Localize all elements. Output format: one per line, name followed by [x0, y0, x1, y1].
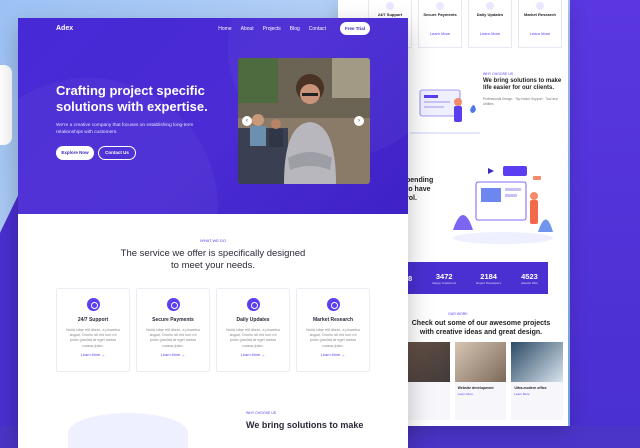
stat-number: 8 — [408, 273, 413, 283]
services-title: The service we offer is specifically des… — [120, 248, 306, 271]
learn-more-link[interactable]: Learn More → — [137, 353, 209, 357]
service-card-updates[interactable]: Daily Updates Nulla vitae elit libero, a… — [216, 288, 290, 372]
section-title: We bring solutions to make life easier f… — [483, 78, 562, 91]
learn-more-link[interactable]: Learn More — [458, 392, 504, 396]
main-nav: Home About Projects Blog Contact — [218, 26, 326, 32]
card-description: Nulla vitae elit libero, a pharetra augu… — [306, 328, 360, 348]
stat-label: Happy Customers — [432, 280, 457, 285]
card-description: Nulla vitae elit libero, a pharetra augu… — [226, 328, 280, 348]
learn-more-link[interactable]: Learn More — [469, 31, 511, 36]
nav-about[interactable]: About — [241, 26, 254, 32]
stat-number: 4523 — [521, 271, 538, 281]
learn-more-link[interactable]: Learn More → — [57, 353, 129, 357]
project-card[interactable]: Ultra-modern office Learn More — [511, 342, 564, 420]
explore-now-button[interactable]: Explore Now — [56, 146, 94, 160]
hero-section: Adex Home About Projects Blog Contact Fr… — [18, 18, 408, 214]
learn-more-link[interactable]: Learn More — [519, 31, 561, 36]
hero-photo — [238, 58, 370, 184]
nav-blog[interactable]: Blog — [290, 26, 300, 32]
learn-more-link[interactable]: Learn More — [514, 392, 560, 396]
learn-more-link[interactable]: Learn More → — [217, 353, 289, 357]
hero-subtitle: We're a creative company that focuses on… — [56, 123, 194, 135]
project-title: Website development — [457, 386, 494, 390]
card-title: Daily Updates — [236, 317, 270, 323]
section-kicker: WHY CHOOSE US — [483, 72, 514, 76]
stat-item: 4523 Awards Won — [521, 272, 538, 285]
bottom-kicker: WHY CHOOSE US — [246, 411, 277, 415]
bottom-partial-title: We bring solutions to make — [246, 420, 364, 430]
front-page-mockup: Adex Home About Projects Blog Contact Fr… — [18, 18, 408, 448]
stat-item: 8 — [408, 274, 412, 283]
stat-number: 3472 — [435, 271, 453, 281]
stat-label: Awards Won — [521, 280, 538, 285]
carousel-next-arrow-icon[interactable]: › — [354, 116, 364, 126]
back-service-card: Daily Updates Learn More — [468, 0, 512, 48]
stat-item: 2184 Expert Developers — [476, 272, 501, 285]
shield-icon — [166, 298, 180, 311]
project-image — [454, 342, 507, 382]
background-purple-right — [570, 0, 640, 426]
back-service-card: Market Research Learn More — [518, 0, 562, 48]
illustration-analytics — [410, 89, 480, 134]
project-cards: Website development Learn More Ultra-mod… — [398, 342, 564, 420]
illustration-website — [453, 166, 553, 244]
back-why-choose-section: WHY CHOOSE US We bring solutions to make… — [483, 72, 563, 106]
project-image — [511, 342, 564, 382]
project-card[interactable]: Website development Learn More — [454, 342, 507, 420]
section-body: Professional Design · Top Notch Support … — [483, 97, 558, 106]
card-title: Market Research — [523, 12, 557, 17]
service-cards: 24/7 Support Nulla vitae elit libero, a … — [56, 288, 370, 372]
nav-projects[interactable]: Projects — [263, 26, 281, 32]
services-kicker: WHAT WE DO — [199, 238, 227, 243]
back-service-card: Secure Payments Learn More — [418, 0, 462, 48]
partial-heading: pending to have rol. — [406, 177, 434, 202]
card-title: Secure Payments — [152, 317, 194, 323]
card-description: Nulla vitae elit libero, a pharetra augu… — [66, 328, 120, 348]
project-title: Ultra-modern office — [514, 386, 547, 390]
service-card-support[interactable]: 24/7 Support Nulla vitae elit libero, a … — [56, 288, 130, 372]
hero-title: Crafting project specific solutions with… — [56, 83, 208, 114]
card-title: Secure Payments — [423, 12, 457, 17]
projects-kicker: OUR WORK — [448, 312, 468, 316]
support-icon — [386, 2, 394, 10]
nav-home[interactable]: Home — [218, 26, 231, 32]
card-title: Market Research — [312, 317, 354, 323]
contact-us-button[interactable]: Contact Us — [98, 146, 136, 160]
free-trial-button[interactable]: Free Trial — [340, 22, 370, 35]
background-chip — [0, 65, 12, 145]
service-card-payments[interactable]: Secure Payments Nulla vitae elit libero,… — [136, 288, 210, 372]
service-card-research[interactable]: Market Research Nulla vitae elit libero,… — [296, 288, 370, 372]
phone-icon — [86, 298, 100, 311]
decorative-blob — [68, 413, 188, 448]
cloud-icon — [246, 298, 260, 311]
carousel-prev-arrow-icon[interactable]: ‹ — [242, 116, 252, 126]
services-section: WHAT WE DO The service we offer is speci… — [18, 214, 408, 448]
stats-bar: 8 3472 Happy Customers 2184 Expert Devel… — [398, 262, 548, 294]
stat-item: 3472 Happy Customers — [432, 272, 456, 285]
update-icon — [486, 2, 494, 10]
chart-icon — [326, 298, 340, 311]
card-description: Nulla vitae elit libero, a pharetra augu… — [146, 328, 200, 348]
logo[interactable]: Adex — [56, 25, 73, 32]
learn-more-link[interactable]: Learn More — [419, 31, 461, 36]
nav-contact[interactable]: Contact — [309, 26, 326, 32]
card-title: 24/7 Support — [377, 12, 403, 17]
projects-title: Check out some of our awesome projects w… — [411, 320, 551, 336]
learn-more-link[interactable]: Learn More → — [297, 353, 369, 357]
card-title: Daily Updates — [476, 12, 504, 17]
research-icon — [536, 2, 544, 10]
stat-number: 2184 — [480, 271, 497, 281]
payment-icon — [436, 2, 444, 10]
stat-label: Expert Developers — [476, 280, 501, 285]
card-title: 24/7 Support — [77, 317, 109, 323]
